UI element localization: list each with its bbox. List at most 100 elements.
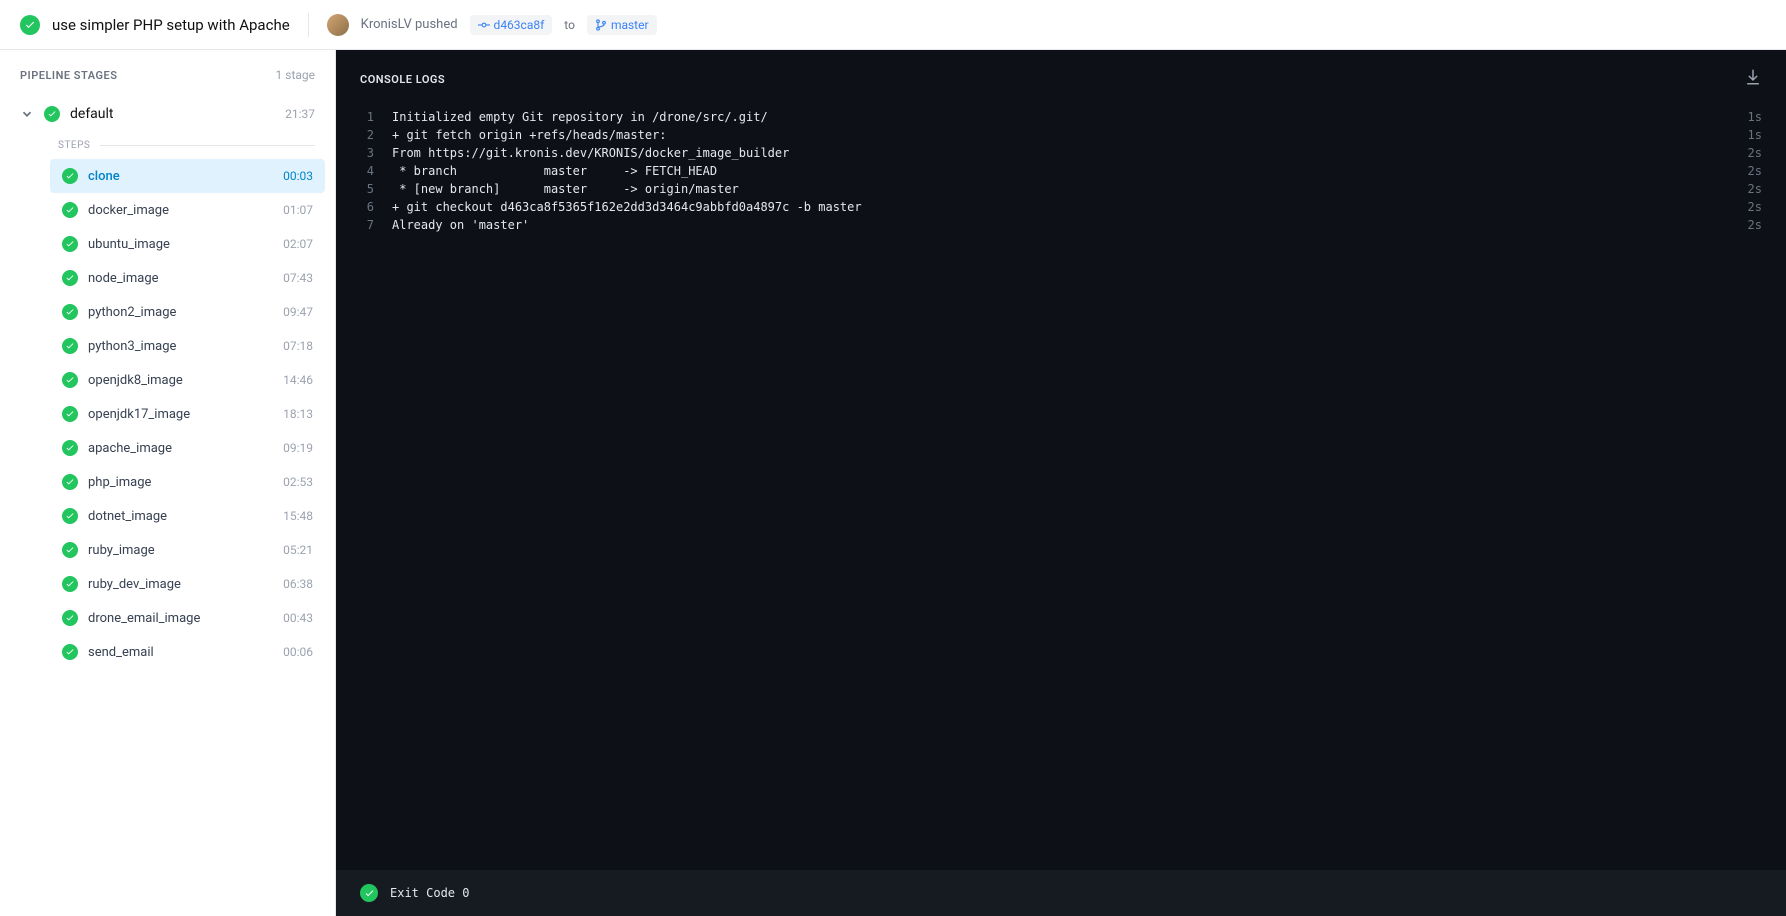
- divider: [308, 13, 309, 37]
- step-row-apache_image[interactable]: apache_image 09:19: [50, 431, 325, 465]
- log-line: 1 Initialized empty Git repository in /dr…: [360, 108, 1762, 126]
- step-time: 07:18: [283, 339, 313, 353]
- commit-hash: d463ca8f: [494, 18, 545, 32]
- step-name: ruby_image: [88, 543, 273, 558]
- user-action: KronisLV pushed: [361, 17, 458, 32]
- check-icon: [62, 610, 78, 626]
- step-time: 02:53: [283, 475, 313, 489]
- log-line-number: 2: [360, 126, 374, 144]
- step-row-python3_image[interactable]: python3_image07:18: [50, 329, 325, 363]
- sidebar-title: PIPELINE STAGES: [20, 69, 117, 82]
- log-line-number: 1: [360, 108, 374, 126]
- main-area: PIPELINE STAGES 1 stage default 21:37 ST…: [0, 50, 1786, 916]
- log-line-duration: 2s: [1748, 198, 1762, 216]
- check-icon: [62, 474, 78, 490]
- download-logs-button[interactable]: [1744, 68, 1762, 90]
- stage-status-icon: [44, 106, 60, 122]
- stage-row-default[interactable]: default 21:37: [0, 96, 335, 132]
- step-row-ruby_dev_image[interactable]: ruby_dev_image 06:38: [50, 567, 325, 601]
- step-row-python2_image[interactable]: python2_image09:47: [50, 295, 325, 329]
- log-line-number: 5: [360, 180, 374, 198]
- step-row-docker_image[interactable]: docker_image01:07: [50, 193, 325, 227]
- build-status-icon: [20, 15, 40, 35]
- step-row-openjdk8_image[interactable]: openjdk8_image 14:46: [50, 363, 325, 397]
- step-name: apache_image: [88, 441, 273, 456]
- check-icon: [62, 406, 78, 422]
- step-row-php_image[interactable]: php_image 02:53: [50, 465, 325, 499]
- step-row-ubuntu_image[interactable]: ubuntu_image02:07: [50, 227, 325, 261]
- step-time: 15:48: [283, 509, 313, 523]
- log-line: 2 + git fetch origin +refs/heads/master: 1…: [360, 126, 1762, 144]
- log-line-number: 7: [360, 216, 374, 234]
- check-icon: [62, 440, 78, 456]
- step-time: 14:46: [283, 373, 313, 387]
- step-name: clone: [88, 169, 273, 184]
- steps-list: clone00:03docker_image01:07ubuntu_image0…: [0, 159, 335, 669]
- log-line-text: From https://git.kronis.dev/KRONIS/docke…: [392, 144, 1730, 162]
- log-line: 5 * [new branch] master -> origin/master…: [360, 180, 1762, 198]
- log-line-text: + git fetch origin +refs/heads/master:: [392, 126, 1730, 144]
- step-row-drone_email_image[interactable]: drone_email_image 00:43: [50, 601, 325, 635]
- step-name: openjdk17_image: [88, 407, 273, 422]
- log-line: 4 * branch master -> FETCH_HEAD2s: [360, 162, 1762, 180]
- step-time: 09:47: [283, 305, 313, 319]
- user-avatar[interactable]: [327, 14, 349, 36]
- check-icon: [62, 372, 78, 388]
- stage-name: default: [70, 106, 275, 122]
- log-line-number: 6: [360, 198, 374, 216]
- steps-label: STEPS: [0, 132, 335, 159]
- log-line-duration: 2s: [1748, 162, 1762, 180]
- console-footer: Exit Code 0: [336, 870, 1786, 916]
- step-row-ruby_image[interactable]: ruby_image 05:21: [50, 533, 325, 567]
- download-icon: [1744, 68, 1762, 86]
- check-icon: [62, 508, 78, 524]
- branch-pill[interactable]: master: [587, 15, 657, 35]
- step-time: 06:38: [283, 577, 313, 591]
- sidebar-header: PIPELINE STAGES 1 stage: [0, 50, 335, 96]
- step-name: dotnet_image: [88, 509, 273, 524]
- check-icon: [62, 202, 78, 218]
- stage-time: 21:37: [285, 107, 315, 121]
- step-time: 00:06: [283, 645, 313, 659]
- step-name: docker_image: [88, 203, 273, 218]
- user-name[interactable]: KronisLV: [361, 17, 412, 32]
- check-icon: [62, 576, 78, 592]
- log-area[interactable]: 1 Initialized empty Git repository in /dr…: [336, 104, 1786, 870]
- step-row-clone[interactable]: clone00:03: [50, 159, 325, 193]
- page-header: use simpler PHP setup with Apache Kronis…: [0, 0, 1786, 50]
- step-row-openjdk17_image[interactable]: openjdk17_image18:13: [50, 397, 325, 431]
- step-row-node_image[interactable]: node_image07:43: [50, 261, 325, 295]
- branch-name: master: [611, 18, 649, 32]
- steps-line: [100, 145, 315, 146]
- log-line-duration: 1s: [1748, 126, 1762, 144]
- step-name: openjdk8_image: [88, 373, 273, 388]
- step-time: 02:07: [283, 237, 313, 251]
- log-line-number: 3: [360, 144, 374, 162]
- step-name: ruby_dev_image: [88, 577, 273, 592]
- commit-pill[interactable]: d463ca8f: [470, 15, 553, 35]
- console-header: CONSOLE LOGS: [336, 50, 1786, 104]
- check-icon: [62, 304, 78, 320]
- step-time: 05:21: [283, 543, 313, 557]
- check-icon: [62, 236, 78, 252]
- step-name: php_image: [88, 475, 273, 490]
- log-line-text: * [new branch] master -> origin/master: [392, 180, 1730, 198]
- step-time: 00:43: [283, 611, 313, 625]
- log-line-text: Initialized empty Git repository in /dro…: [392, 108, 1730, 126]
- log-line-text: Already on 'master': [392, 216, 1730, 234]
- check-icon: [62, 270, 78, 286]
- check-icon: [62, 542, 78, 558]
- check-icon: [62, 338, 78, 354]
- log-line: 6+ git checkout d463ca8f5365f162e2dd3d34…: [360, 198, 1762, 216]
- steps-text: STEPS: [58, 140, 90, 151]
- step-row-send_email[interactable]: send_email00:06: [50, 635, 325, 669]
- step-row-dotnet_image[interactable]: dotnet_image 15:48: [50, 499, 325, 533]
- console-panel: CONSOLE LOGS 1 Initialized empty Git repo…: [336, 50, 1786, 916]
- chevron-down-icon: [20, 107, 34, 121]
- commit-title: use simpler PHP setup with Apache: [52, 16, 290, 34]
- log-line-duration: 2s: [1748, 144, 1762, 162]
- action-text: pushed: [415, 17, 458, 32]
- step-name: node_image: [88, 271, 273, 286]
- step-name: drone_email_image: [88, 611, 273, 626]
- step-time: 09:19: [283, 441, 313, 455]
